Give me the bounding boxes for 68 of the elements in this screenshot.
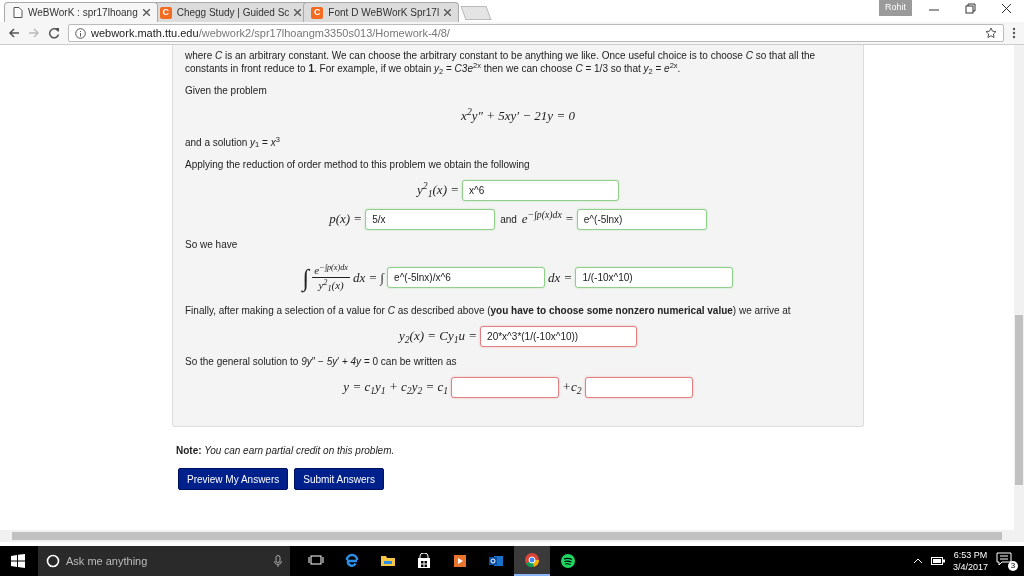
- submit-button[interactable]: Submit Answers: [294, 467, 384, 490]
- label-text: and: [500, 212, 517, 227]
- problem-text: So we have: [185, 237, 239, 251]
- preview-button[interactable]: Preview My Answers: [178, 467, 289, 490]
- note-text: Note: You can earn partial credit on this problem.: [176, 443, 396, 458]
- problem-text: Given the problem: [185, 84, 268, 97]
- url-text: webwork.math.ttu.edu/webwork2/spr17lhoangm3350s013/Homework-4/8/: [91, 25, 450, 41]
- info-icon: [75, 27, 86, 39]
- windows-logo-icon: [11, 554, 25, 568]
- notifications-icon[interactable]: [996, 552, 1012, 567]
- spotify-icon: [560, 553, 576, 569]
- back-icon[interactable]: [8, 27, 20, 39]
- placeholder-text: Ask me anything: [66, 553, 148, 569]
- search-icon: [46, 554, 60, 568]
- math-expression: e$^{−∫p(x)dx}$ =: [521, 209, 574, 229]
- vertical-scrollbar[interactable]: [1014, 45, 1024, 530]
- tab-title: Font D WeBWorK Spr17l: [328, 6, 440, 20]
- mail-icon: [488, 553, 504, 569]
- fraction: e$^{−∫p(x)dx}$ y$^{2}$$_{1}$(x): [312, 263, 350, 292]
- problem-text: and a solution y$_{1}$ = x$^{3}$: [185, 135, 281, 149]
- microphone-icon[interactable]: [274, 555, 282, 567]
- close-icon[interactable]: [294, 9, 302, 16]
- problem-text: where C is an arbitrary constant. We can choose the arbitrary constant to be anything we like. Once useful choice is to choose C so that all the constants in front reduce to 1. For example, if we obtain y$_{2}$ = C3e$^{2x}$ then we can choose C = 1/3 so that y$_{2}$ = e$^{2x}$.: [185, 49, 817, 75]
- answer-field[interactable]: 5/x: [365, 208, 496, 230]
- answer-field[interactable]: e^(-5lnx): [576, 208, 707, 230]
- math-expression: y$^{2}$$_{1}$(x) =: [417, 180, 459, 200]
- clock-text[interactable]: 6:53 PM 3/4/2017: [952, 549, 988, 573]
- math-expression: dx =: [548, 268, 573, 287]
- star-icon[interactable]: [985, 27, 997, 39]
- math-expression: dx = ∫: [353, 268, 385, 288]
- chevron-up-icon[interactable]: [912, 558, 923, 564]
- math-expression: +c$_{2}$: [562, 378, 582, 397]
- notification-count: 3: [1008, 561, 1018, 571]
- math-expression: y = c$_{1}$y$_{1}$ + c$_{2}$y$_{2}$ = c$_{1}$: [343, 378, 449, 397]
- horizontal-scrollbar[interactable]: [0, 530, 1024, 542]
- answer-field[interactable]: [451, 376, 560, 398]
- browser-tab[interactable]: C Font D WeBWorK Spr17l: [303, 2, 460, 22]
- problem-text: So the general solution to 9y″ − 5y′ + 4y = 0 can be written as: [185, 354, 458, 368]
- problem-text: Applying the reduction of order method to this problem we obtain the following: [185, 157, 531, 171]
- problem-text: Finally, after making a selection of a value for C as described above (you have to choose some nonzero numerical value) we arrive at: [185, 303, 792, 317]
- folder-icon: [380, 553, 396, 569]
- tab-title: Chegg Study | Guided Sc: [176, 6, 290, 20]
- close-icon[interactable]: [444, 9, 452, 16]
- answer-field[interactable]: x^6: [462, 179, 619, 201]
- shopping-bag-icon: [416, 553, 432, 569]
- search-field[interactable]: Ask me anything: [38, 546, 290, 576]
- answer-field[interactable]: e^(-5lnx)/x^6: [387, 267, 546, 288]
- tab-logo-icon: C: [311, 6, 324, 19]
- page-icon: [12, 7, 23, 18]
- math-expression: p(x) =: [329, 210, 363, 229]
- reload-icon[interactable]: [48, 27, 60, 39]
- answer-field[interactable]: 20*x^3*(1/(-10x^10)): [480, 325, 638, 347]
- menu-icon[interactable]: [1012, 27, 1016, 39]
- equation: x$^{2}$y″ + 5xy′ − 21y = 0: [460, 106, 576, 125]
- close-icon[interactable]: [142, 9, 150, 16]
- browser-icon: [344, 553, 360, 569]
- browser-tab[interactable]: WeBWorK : spr17lhoang: [4, 2, 158, 22]
- media-player-icon: [452, 553, 468, 569]
- battery-icon[interactable]: [930, 557, 945, 565]
- answer-field[interactable]: 1/(-10x^10): [575, 267, 734, 288]
- address-bar[interactable]: webwork.math.ttu.edu/webwork2/spr17lhoangm3350s013/Homework-4/8/: [68, 24, 1004, 42]
- taskbar-app[interactable]: [514, 546, 550, 576]
- math-expression: y$_{2}$(x) = Cy$_{1}$u =: [398, 327, 478, 346]
- tab-logo-icon: C: [159, 6, 172, 19]
- answer-field[interactable]: [584, 376, 693, 398]
- chrome-icon: [524, 552, 540, 568]
- tab-title: WeBWorK : spr17lhoang: [28, 6, 138, 20]
- integral-sign: ∫: [302, 263, 310, 295]
